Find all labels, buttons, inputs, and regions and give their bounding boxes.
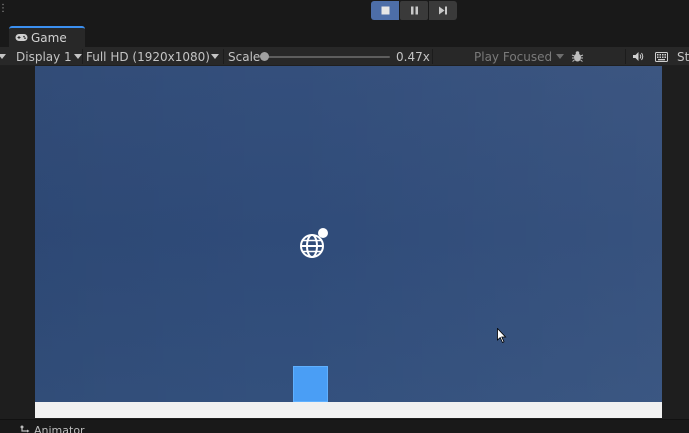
scale-slider-track[interactable] [262, 56, 390, 58]
stats-button[interactable]: St [677, 47, 689, 66]
tab-animator-label: Animator [34, 423, 85, 433]
corner-menu-icon[interactable]: ⋮ [0, 3, 8, 15]
gamepad-icon [15, 34, 28, 41]
pause-button[interactable] [400, 1, 428, 20]
divider [82, 49, 83, 64]
stop-button[interactable] [371, 1, 399, 20]
keyboard-shortcuts-button[interactable] [655, 47, 668, 66]
tab-game[interactable]: Game [9, 26, 85, 47]
step-button[interactable] [429, 1, 457, 20]
pause-icon [410, 6, 418, 15]
top-toolbar: ⋮ [0, 0, 689, 26]
tab-animator[interactable]: Animator [20, 424, 85, 433]
display-label: Display 1 [16, 49, 72, 64]
bottom-panel-tabs: Animator [0, 419, 689, 433]
step-forward-icon [439, 6, 447, 15]
resolution-dropdown[interactable]: Full HD (1920x1080) [86, 47, 219, 66]
divider [432, 49, 433, 64]
play-mode-dropdown[interactable]: Play Focused [474, 47, 564, 66]
play-controls [371, 1, 457, 20]
keyboard-icon [655, 51, 668, 62]
stop-icon [381, 6, 389, 15]
left-arrow-dropdown[interactable] [0, 47, 6, 66]
mute-audio-button[interactable] [632, 47, 644, 66]
speaker-icon [633, 52, 644, 61]
chevron-down-icon [556, 54, 564, 59]
tab-game-label: Game [31, 30, 67, 45]
debug-button[interactable] [571, 47, 584, 66]
chevron-down-icon [74, 54, 82, 59]
resolution-label: Full HD (1920x1080) [86, 49, 210, 64]
game-toolbar: Display 1 Full HD (1920x1080) Scale 0.47… [0, 47, 689, 66]
display-dropdown[interactable]: Display 1 [16, 47, 82, 66]
tab-strip: Game [0, 26, 689, 47]
chevron-down-icon [211, 54, 219, 59]
ground-platform [35, 402, 662, 418]
mouse-cursor-icon [497, 328, 507, 344]
play-mode-label: Play Focused [474, 49, 553, 64]
bug-icon [571, 51, 584, 62]
scale-label: Scale [228, 49, 261, 64]
divider [223, 49, 224, 64]
scale-value: 0.47x [396, 49, 430, 64]
scale-slider-thumb[interactable] [260, 52, 269, 61]
chevron-down-icon [0, 54, 6, 59]
animator-icon [20, 425, 30, 433]
divider [625, 49, 626, 64]
globe-icon [300, 228, 328, 258]
game-viewport-area [0, 66, 689, 419]
unity-editor-window: ⋮ Game Display 1 Full HD (1920x1080) Sca… [0, 0, 689, 433]
game-view[interactable] [35, 66, 662, 402]
player-block [293, 366, 328, 402]
